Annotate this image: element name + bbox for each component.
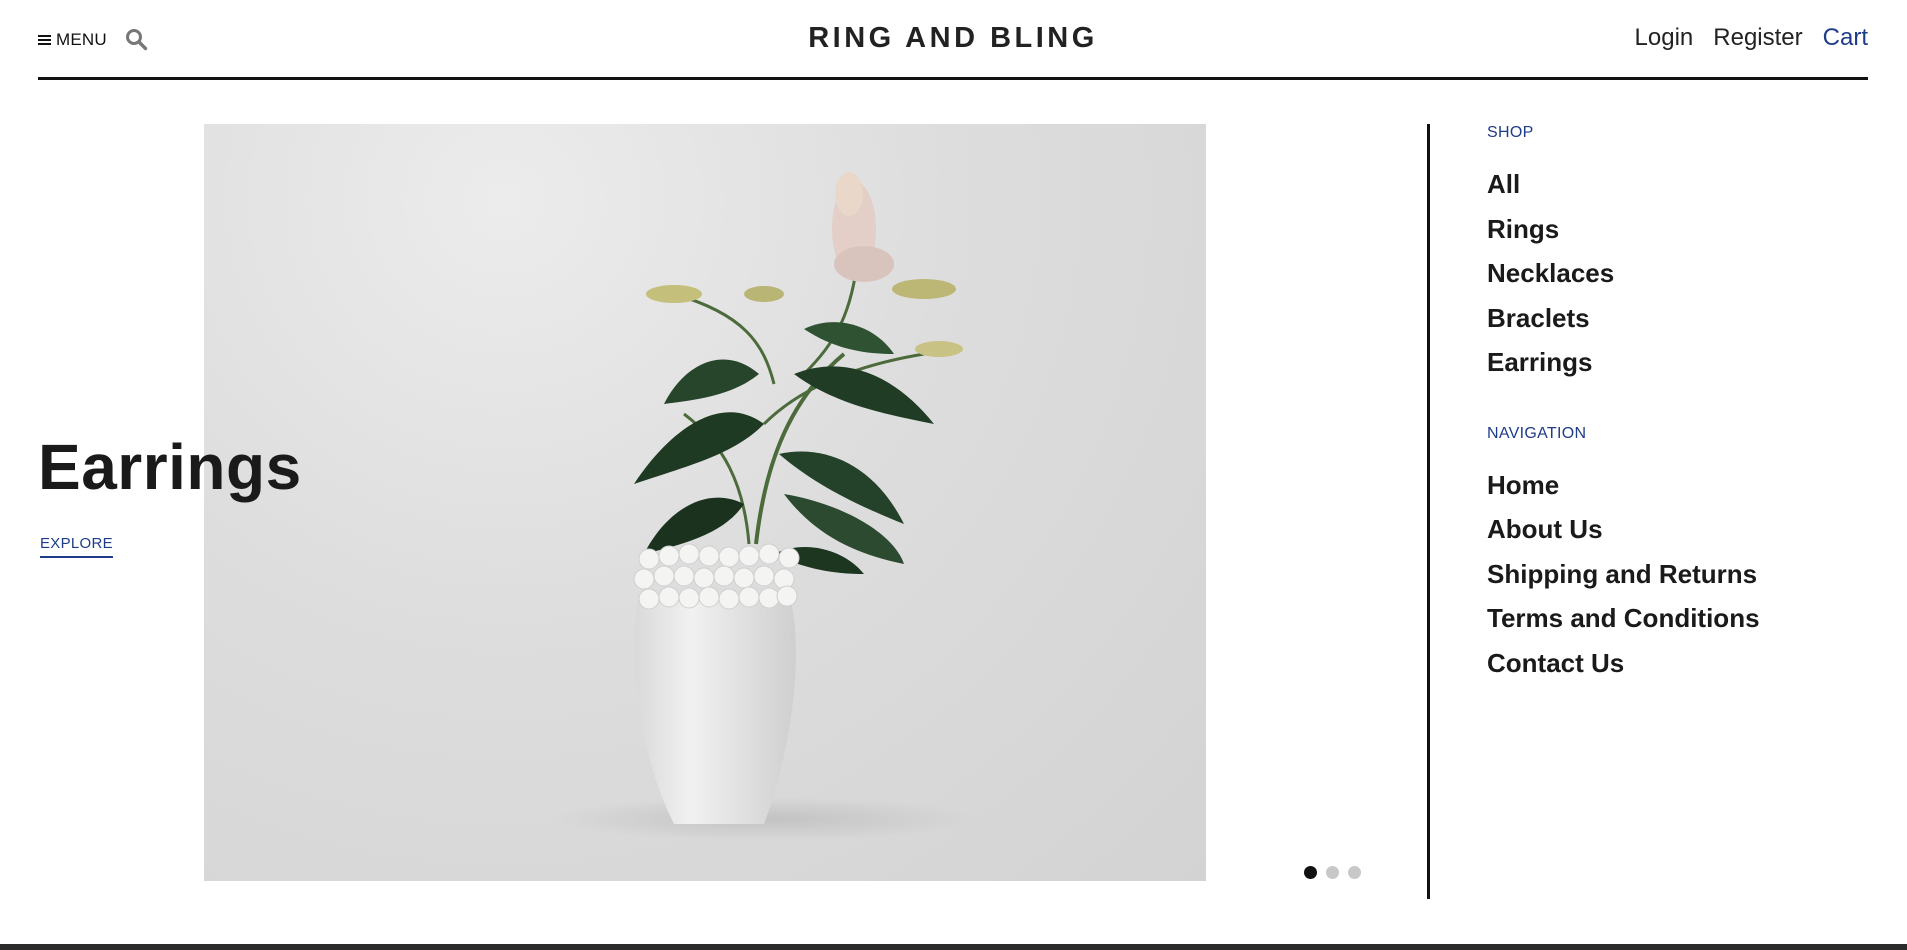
navigation-list: Home About Us Shipping and Returns Terms…: [1487, 470, 1867, 693]
login-link[interactable]: Login: [1635, 24, 1694, 52]
shop-item-braclets[interactable]: Braclets: [1487, 303, 1867, 348]
sidebar-divider: [1427, 124, 1430, 899]
shop-heading: SHOP: [1487, 124, 1534, 141]
account-nav: Login Register Cart: [1635, 24, 1868, 52]
navigation-heading: NAVIGATION: [1487, 424, 1587, 442]
shop-item-necklaces[interactable]: Necklaces: [1487, 258, 1867, 303]
nav-item-shipping-returns[interactable]: Shipping and Returns: [1487, 559, 1867, 604]
cart-link[interactable]: Cart: [1823, 24, 1868, 52]
slider-dots: [1304, 866, 1361, 879]
hero-image: [204, 124, 1206, 881]
shop-list: All Rings Necklaces Braclets Earrings: [1487, 169, 1867, 392]
explore-link[interactable]: EXPLORE: [40, 535, 113, 558]
nav-item-about-us[interactable]: About Us: [1487, 514, 1867, 559]
shop-item-rings[interactable]: Rings: [1487, 214, 1867, 259]
bottom-edge: [0, 944, 1907, 950]
site-header: MENU RING AND BLING Login Register Cart: [38, 0, 1868, 80]
shop-item-all[interactable]: All: [1487, 169, 1867, 214]
sidebar: SHOP All Rings Necklaces Braclets Earrin…: [1487, 124, 1867, 692]
brand-logo[interactable]: RING AND BLING: [38, 22, 1868, 55]
nav-item-terms-conditions[interactable]: Terms and Conditions: [1487, 603, 1867, 648]
nav-item-contact-us[interactable]: Contact Us: [1487, 648, 1867, 693]
nav-item-home[interactable]: Home: [1487, 470, 1867, 515]
hero-title: Earrings: [38, 431, 302, 503]
shop-item-earrings[interactable]: Earrings: [1487, 347, 1867, 392]
register-link[interactable]: Register: [1713, 24, 1802, 52]
slider-dot-2[interactable]: [1326, 866, 1339, 879]
slider-dot-1[interactable]: [1304, 866, 1317, 879]
slider-dot-3[interactable]: [1348, 866, 1361, 879]
